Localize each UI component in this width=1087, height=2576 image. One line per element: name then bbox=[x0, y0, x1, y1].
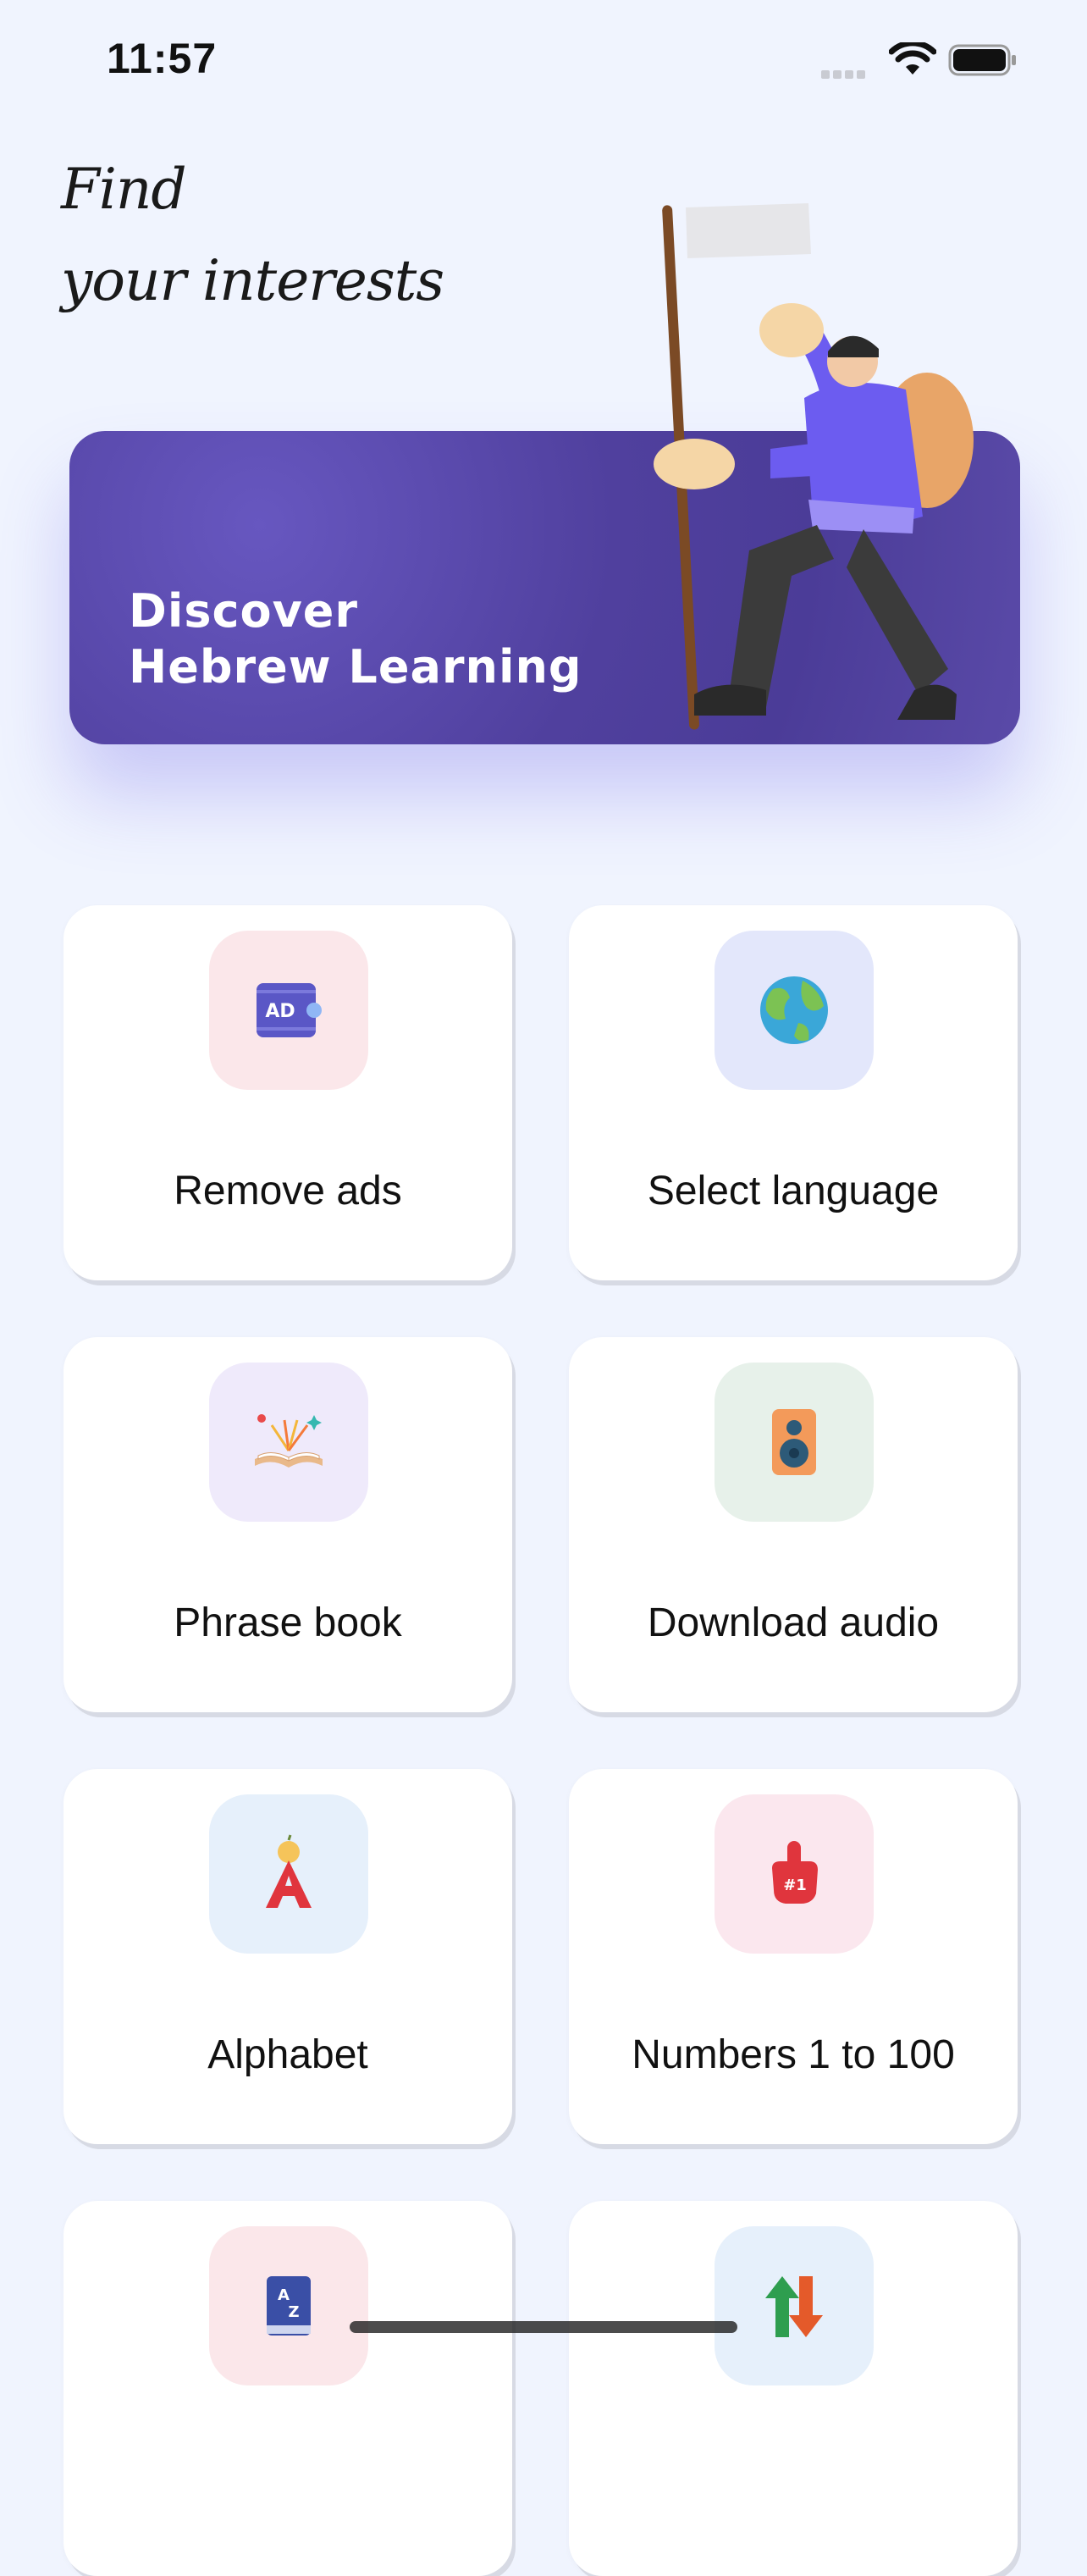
alphabet-icon-tile bbox=[209, 1794, 368, 1954]
phrase-book-icon-tile bbox=[209, 1363, 368, 1522]
dictionary-az-icon: A Z bbox=[267, 2276, 311, 2336]
letter-a-icon bbox=[266, 1834, 312, 1908]
download-audio-label: Download audio bbox=[647, 1600, 940, 1645]
banner-title: Discover Hebrew Learning bbox=[129, 583, 582, 695]
svg-text:AD: AD bbox=[265, 1001, 295, 1022]
numbers-label: Numbers 1 to 100 bbox=[632, 2032, 955, 2077]
explorer-illustration bbox=[654, 203, 974, 730]
phrase-book-label: Phrase book bbox=[174, 1600, 402, 1645]
numbers-icon-tile: #1 bbox=[715, 1794, 874, 1954]
dictionary-icon-tile: A Z bbox=[209, 2226, 368, 2385]
svg-text:A: A bbox=[278, 2286, 290, 2304]
remove-ads-label: Remove ads bbox=[174, 1169, 402, 1213]
sort-card[interactable] bbox=[569, 2201, 1018, 2576]
title-line-1: Find bbox=[61, 157, 187, 222]
status-bar: 11:57 bbox=[0, 0, 1087, 119]
alphabet-card[interactable]: Alphabet bbox=[63, 1769, 512, 2144]
alphabet-label: Alphabet bbox=[207, 2032, 368, 2077]
numbers-card[interactable]: #1 Numbers 1 to 100 bbox=[569, 1769, 1018, 2144]
sort-icon-tile bbox=[715, 2226, 874, 2385]
page-title: Find your interests bbox=[61, 144, 444, 327]
phrase-book-card[interactable]: Phrase book bbox=[63, 1337, 512, 1712]
wifi-icon bbox=[889, 42, 936, 75]
cellular-signal-icon bbox=[821, 68, 872, 79]
banner-line-1: Discover bbox=[129, 584, 359, 638]
globe-icon bbox=[760, 976, 828, 1044]
svg-text:#1: #1 bbox=[783, 1877, 807, 1894]
speaker-icon bbox=[772, 1409, 816, 1475]
remove-ads-card[interactable]: AD Remove ads bbox=[63, 905, 512, 1280]
dictionary-card[interactable]: A Z bbox=[63, 2201, 512, 2576]
open-book-icon bbox=[255, 1414, 323, 1468]
svg-text:Z: Z bbox=[288, 2303, 299, 2321]
title-line-2: your interests bbox=[61, 248, 444, 313]
sort-arrows-icon bbox=[765, 2276, 823, 2337]
select-language-icon-tile bbox=[715, 931, 874, 1090]
home-indicator[interactable] bbox=[350, 2321, 737, 2333]
number-one-foam-finger-icon: #1 bbox=[772, 1841, 818, 1904]
battery-icon bbox=[948, 44, 1016, 76]
status-time: 11:57 bbox=[107, 35, 218, 82]
select-language-label: Select language bbox=[647, 1169, 940, 1213]
select-language-card[interactable]: Select language bbox=[569, 905, 1018, 1280]
ad-remove-icon: AD bbox=[257, 983, 322, 1037]
remove-ads-icon-tile: AD bbox=[209, 931, 368, 1090]
download-audio-card[interactable]: Download audio bbox=[569, 1337, 1018, 1712]
banner-line-2: Hebrew Learning bbox=[129, 640, 582, 694]
download-audio-icon-tile bbox=[715, 1363, 874, 1522]
